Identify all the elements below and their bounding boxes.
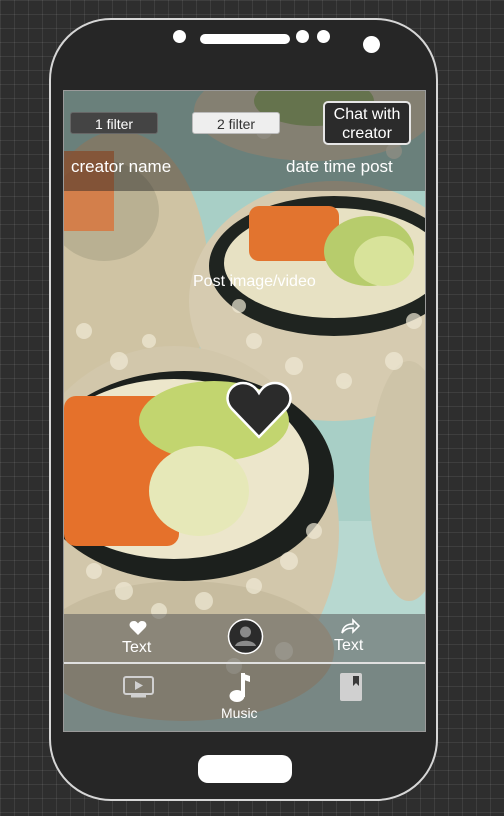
filter-2-button[interactable]: 2 filter [192,112,280,134]
big-heart-icon[interactable] [226,381,292,441]
music-note-icon[interactable] [229,671,251,703]
avatar-icon[interactable] [227,618,264,655]
post-date-time: date time post [286,157,393,176]
like-heart-icon[interactable] [129,620,147,636]
post-media-label: Post image/video [193,273,316,290]
share-icon[interactable] [340,618,360,634]
video-icon[interactable] [123,676,154,698]
front-camera [173,30,186,43]
app-screen: 1 filter 2 filter Chat with creator crea… [63,90,426,732]
camera-lens [363,36,380,53]
sensor-dot-2 [317,30,330,43]
like-label: Text [122,639,152,656]
home-button[interactable] [198,755,292,783]
bookmark-icon[interactable] [340,673,362,701]
speaker-grille [200,34,290,44]
share-label: Text [334,637,364,654]
creator-name[interactable]: creator name [71,157,171,177]
sensor-dot-1 [296,30,309,43]
filter-1-button[interactable]: 1 filter [70,112,158,134]
music-label: Music [221,705,258,721]
chat-with-creator-button[interactable]: Chat with creator [323,101,411,145]
